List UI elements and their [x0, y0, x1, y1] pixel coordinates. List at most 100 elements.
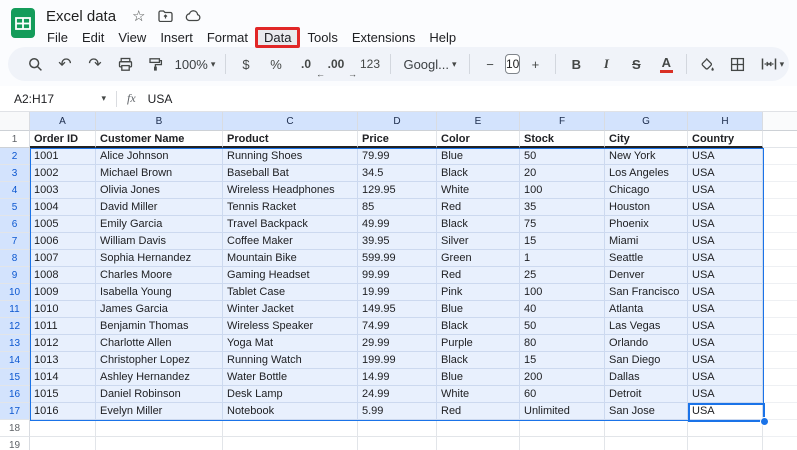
- cell-D5[interactable]: 85: [358, 199, 437, 216]
- cell-F12[interactable]: 50: [520, 318, 605, 335]
- decrease-decimal-button[interactable]: .0←: [294, 52, 318, 76]
- cell-A18[interactable]: [30, 420, 96, 437]
- cell-A14[interactable]: 1013: [30, 352, 96, 369]
- cell-C16[interactable]: Desk Lamp: [223, 386, 358, 403]
- column-header-A[interactable]: A: [30, 112, 96, 131]
- cell-G2[interactable]: New York: [605, 148, 688, 165]
- menu-item-edit[interactable]: Edit: [75, 29, 111, 46]
- cell-F14[interactable]: 15: [520, 352, 605, 369]
- formula-input[interactable]: USA: [148, 92, 173, 106]
- cell-D17[interactable]: 5.99: [358, 403, 437, 420]
- zoom-select[interactable]: 100% ▾: [173, 52, 217, 76]
- increase-decimal-button[interactable]: .00→: [324, 52, 348, 76]
- column-header-G[interactable]: G: [605, 112, 688, 131]
- cell-B11[interactable]: James Garcia: [96, 301, 223, 318]
- cell-B14[interactable]: Christopher Lopez: [96, 352, 223, 369]
- cell-E9[interactable]: Red: [437, 267, 520, 284]
- cell-G1[interactable]: City: [605, 131, 688, 148]
- increase-font-size-button[interactable]: +: [523, 52, 547, 76]
- cell-H11[interactable]: USA: [688, 301, 763, 318]
- column-header-E[interactable]: E: [437, 112, 520, 131]
- cell-H5[interactable]: USA: [688, 199, 763, 216]
- cell-D4[interactable]: 129.95: [358, 182, 437, 199]
- italic-button[interactable]: I: [594, 52, 618, 76]
- cell-A4[interactable]: 1003: [30, 182, 96, 199]
- cell-A8[interactable]: 1007: [30, 250, 96, 267]
- cell-G16[interactable]: Detroit: [605, 386, 688, 403]
- cell-A6[interactable]: 1005: [30, 216, 96, 233]
- cell-A12[interactable]: 1011: [30, 318, 96, 335]
- cell-E2[interactable]: Blue: [437, 148, 520, 165]
- row-header-15[interactable]: 15: [0, 369, 30, 386]
- cell-A1[interactable]: Order ID: [30, 131, 96, 148]
- row-header-1[interactable]: 1: [0, 131, 30, 148]
- row-header-7[interactable]: 7: [0, 233, 30, 250]
- cell-H12[interactable]: USA: [688, 318, 763, 335]
- cell-D3[interactable]: 34.5: [358, 165, 437, 182]
- column-header-F[interactable]: F: [520, 112, 605, 131]
- cell-F5[interactable]: 35: [520, 199, 605, 216]
- cell-E13[interactable]: Purple: [437, 335, 520, 352]
- menu-item-file[interactable]: File: [40, 29, 75, 46]
- cell-B5[interactable]: David Miller: [96, 199, 223, 216]
- fill-handle[interactable]: [760, 417, 769, 426]
- cell-B9[interactable]: Charles Moore: [96, 267, 223, 284]
- row-header-12[interactable]: 12: [0, 318, 30, 335]
- cell-B6[interactable]: Emily Garcia: [96, 216, 223, 233]
- borders-icon[interactable]: [725, 52, 749, 76]
- cell-D8[interactable]: 599.99: [358, 250, 437, 267]
- cell-D10[interactable]: 19.99: [358, 284, 437, 301]
- search-icon[interactable]: [23, 52, 47, 76]
- text-color-button[interactable]: A: [654, 52, 678, 76]
- cell-C14[interactable]: Running Watch: [223, 352, 358, 369]
- cell-E5[interactable]: Red: [437, 199, 520, 216]
- cell-H3[interactable]: USA: [688, 165, 763, 182]
- cell-F1[interactable]: Stock: [520, 131, 605, 148]
- name-box[interactable]: A2:H17 ▾: [14, 92, 106, 106]
- cell-A3[interactable]: 1002: [30, 165, 96, 182]
- cell-F11[interactable]: 40: [520, 301, 605, 318]
- cell-E7[interactable]: Silver: [437, 233, 520, 250]
- cell-G13[interactable]: Orlando: [605, 335, 688, 352]
- cell-B8[interactable]: Sophia Hernandez: [96, 250, 223, 267]
- cell-G10[interactable]: San Francisco: [605, 284, 688, 301]
- cell-E8[interactable]: Green: [437, 250, 520, 267]
- row-header-19[interactable]: 19: [0, 437, 30, 450]
- cell-C4[interactable]: Wireless Headphones: [223, 182, 358, 199]
- cell-G6[interactable]: Phoenix: [605, 216, 688, 233]
- cloud-status-icon[interactable]: [185, 10, 201, 22]
- percent-format-button[interactable]: %: [264, 52, 288, 76]
- sheets-logo-icon[interactable]: [10, 6, 37, 40]
- cell-C5[interactable]: Tennis Racket: [223, 199, 358, 216]
- select-all-corner[interactable]: [0, 112, 30, 131]
- cell-B13[interactable]: Charlotte Allen: [96, 335, 223, 352]
- cell-F13[interactable]: 80: [520, 335, 605, 352]
- cell-B1[interactable]: Customer Name: [96, 131, 223, 148]
- cell-F2[interactable]: 50: [520, 148, 605, 165]
- cell-E1[interactable]: Color: [437, 131, 520, 148]
- cell-H14[interactable]: USA: [688, 352, 763, 369]
- cell-D15[interactable]: 14.99: [358, 369, 437, 386]
- cell-E6[interactable]: Black: [437, 216, 520, 233]
- document-title[interactable]: Excel data: [46, 8, 116, 25]
- cell-C2[interactable]: Running Shoes: [223, 148, 358, 165]
- row-header-16[interactable]: 16: [0, 386, 30, 403]
- menu-item-insert[interactable]: Insert: [153, 29, 200, 46]
- menu-item-data[interactable]: Data: [255, 27, 300, 48]
- cell-D13[interactable]: 29.99: [358, 335, 437, 352]
- cell-F4[interactable]: 100: [520, 182, 605, 199]
- row-header-3[interactable]: 3: [0, 165, 30, 182]
- menu-item-view[interactable]: View: [111, 29, 153, 46]
- row-header-18[interactable]: 18: [0, 420, 30, 437]
- paint-format-icon[interactable]: [143, 52, 167, 76]
- cell-E12[interactable]: Black: [437, 318, 520, 335]
- cell-B18[interactable]: [96, 420, 223, 437]
- cell-G15[interactable]: Dallas: [605, 369, 688, 386]
- menu-item-tools[interactable]: Tools: [300, 29, 344, 46]
- row-header-4[interactable]: 4: [0, 182, 30, 199]
- cell-B3[interactable]: Michael Brown: [96, 165, 223, 182]
- cell-C1[interactable]: Product: [223, 131, 358, 148]
- cell-H18[interactable]: [688, 420, 763, 437]
- column-header-C[interactable]: C: [223, 112, 358, 131]
- cell-B19[interactable]: [96, 437, 223, 450]
